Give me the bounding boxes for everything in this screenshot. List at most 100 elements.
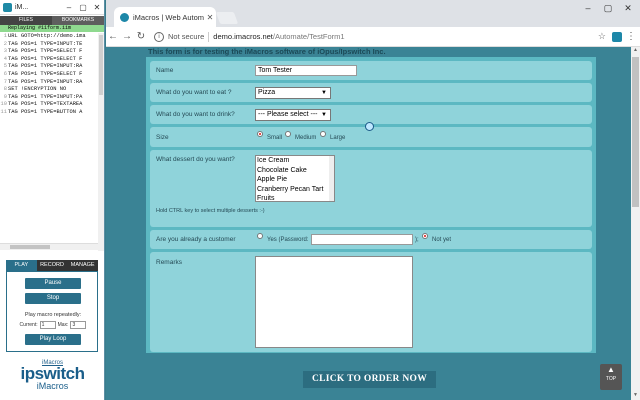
drink-select[interactable]: --- Please select --- ▼ — [255, 109, 331, 121]
code-line[interactable]: 5 TAG POS=1 TYPE=INPUT:RA — [0, 63, 98, 71]
stop-button[interactable]: Stop — [25, 293, 81, 304]
eat-select[interactable]: Pizza ▼ — [255, 87, 331, 99]
close-icon[interactable]: ✕ — [90, 3, 104, 12]
sidebar-title: iM... — [15, 3, 29, 11]
code-text: TAG POS=1 TYPE=SELECT F — [8, 55, 83, 62]
code-text: TAG POS=1 TYPE=INPUT:PA — [8, 93, 83, 100]
code-line[interactable]: 2 TAG POS=1 TYPE=INPUT:TE — [0, 41, 98, 49]
code-text: TAG POS=1 TYPE=TEXTAREA — [8, 101, 83, 108]
url-host[interactable]: demo.imacros.net — [213, 32, 273, 41]
listbox-scrollbar[interactable] — [329, 156, 334, 201]
scroll-down-icon[interactable]: ▼ — [631, 392, 640, 400]
max-field[interactable]: 3 — [70, 321, 87, 329]
imacros-sidebar: iM... – ▢ ✕ FILES BOOKMARKS Replaying #1… — [0, 0, 105, 400]
code-line[interactable]: 7 TAG POS=1 TYPE=INPUT:RA — [0, 79, 98, 87]
code-line[interactable]: 3 TAG POS=1 TYPE=SELECT F — [0, 48, 98, 56]
tab-files[interactable]: FILES — [0, 16, 52, 25]
tab-manage[interactable]: MANAGE — [67, 260, 99, 271]
code-vertical-scrollbar[interactable] — [98, 33, 104, 251]
brand-logo: iMacros ipswitch iMacros — [0, 360, 105, 391]
customer-no-radio[interactable] — [422, 233, 428, 239]
divider — [208, 31, 210, 42]
code-text: TAG POS=1 TYPE=SELECT F — [8, 70, 83, 77]
brand-subtitle: iMacros — [36, 381, 69, 391]
code-text: URL GOTO=http://demo.ima — [8, 33, 86, 39]
url-path[interactable]: /Automate/TestForm1 — [273, 32, 345, 41]
dessert-option[interactable]: Apple Pie — [256, 175, 334, 185]
page-scrollbar[interactable]: ▲ ▼ — [631, 47, 640, 400]
row-dessert: What dessert do you want? Ice Cream Choc… — [150, 150, 592, 227]
password-input[interactable] — [311, 234, 413, 245]
dessert-hint: Hold CTRL key to select multiple dessert… — [156, 208, 265, 214]
minimize-icon[interactable]: – — [578, 3, 598, 13]
line-number: 11 — [0, 108, 7, 115]
reload-icon[interactable]: ↻ — [134, 31, 148, 42]
eat-label: What do you want to eat ? — [156, 89, 232, 96]
order-button[interactable]: CLICK TO ORDER NOW — [303, 371, 436, 388]
maximize-icon[interactable]: ▢ — [598, 3, 618, 14]
new-tab-button[interactable] — [215, 12, 239, 24]
size-small-label: Small — [267, 135, 283, 141]
code-line[interactable]: 10 TAG POS=1 TYPE=TEXTAREA — [0, 101, 98, 109]
code-line[interactable]: 1 URL GOTO=http://demo.ima — [0, 33, 98, 41]
remarks-label: Remarks — [156, 259, 183, 266]
dessert-option[interactable]: Chocolate Cake — [256, 166, 334, 176]
ipswitch-logo: ipswitch — [20, 364, 85, 383]
maximize-icon[interactable]: ▢ — [76, 3, 90, 12]
security-status[interactable]: Not secure — [168, 32, 204, 41]
code-line[interactable]: 6 TAG POS=1 TYPE=SELECT F — [0, 71, 98, 79]
arrow-up-icon: ▲ — [607, 365, 615, 374]
dessert-option[interactable]: Cranberry Pecan Tart — [256, 185, 334, 195]
scroll-thumb[interactable] — [632, 57, 639, 207]
code-horizontal-scrollbar[interactable] — [0, 243, 98, 250]
scroll-thumb[interactable] — [10, 245, 50, 249]
code-line[interactable]: 4 TAG POS=1 TYPE=SELECT F — [0, 56, 98, 64]
pause-button[interactable]: Pause — [25, 278, 81, 289]
replay-status: Replaying #11form.iim — [0, 25, 104, 32]
remarks-textarea[interactable] — [255, 256, 413, 348]
code-text: TAG POS=1 TYPE=SELECT F — [8, 48, 83, 55]
dessert-listbox[interactable]: Ice Cream Chocolate Cake Apple Pie Cranb… — [255, 155, 335, 202]
size-large-radio[interactable] — [320, 131, 326, 137]
forward-icon[interactable]: → — [120, 31, 134, 42]
line-number: 2 — [3, 40, 7, 47]
back-icon[interactable]: ← — [106, 31, 120, 42]
info-icon[interactable]: i — [154, 31, 164, 42]
macro-code-editor[interactable]: 1 URL GOTO=http://demo.ima 2 TAG POS=1 TYPE… — [0, 33, 98, 243]
line-number: 1 — [3, 33, 7, 39]
page-content: This form is for testing the iMacros sof… — [106, 47, 640, 400]
play-loop-button[interactable]: Play Loop — [25, 334, 81, 345]
scroll-up-icon[interactable]: ▲ — [631, 47, 640, 55]
max-label: Max: — [57, 322, 69, 328]
tab-bookmarks[interactable]: BOOKMARKS — [52, 16, 104, 25]
name-input[interactable]: Tom Tester — [255, 65, 357, 76]
test-form: This form is for testing the iMacros sof… — [106, 47, 601, 400]
browser-tab[interactable]: iMacros | Web Automatio ✕ — [114, 7, 216, 27]
dessert-label: What dessert do you want? — [156, 156, 235, 163]
minimize-icon[interactable]: – — [62, 3, 76, 12]
tab-play[interactable]: PLAY — [6, 260, 37, 271]
dropdown-arrow-icon: ▼ — [321, 112, 327, 118]
code-line[interactable]: 11 TAG POS=1 TYPE=BUTTON A — [0, 109, 98, 117]
code-line[interactable]: 9 TAG POS=1 TYPE=INPUT:PA — [0, 94, 98, 102]
drink-value: --- Please select --- — [258, 111, 318, 118]
row-remarks: Remarks — [150, 252, 592, 352]
row-drink: What do you want to drink? --- Please se… — [150, 105, 592, 124]
eat-value: Pizza — [258, 89, 276, 96]
sidebar-titlebar: iM... – ▢ ✕ — [0, 0, 104, 15]
dessert-option[interactable]: Ice Cream — [256, 156, 334, 166]
current-field[interactable]: 1 — [39, 321, 56, 329]
close-tab-icon[interactable]: ✕ — [204, 13, 216, 22]
scroll-thumb[interactable] — [99, 35, 103, 95]
close-window-icon[interactable]: ✕ — [618, 3, 638, 14]
tab-record[interactable]: RECORD — [36, 260, 68, 271]
size-small-radio[interactable] — [257, 131, 263, 137]
customer-yes-radio[interactable] — [257, 233, 263, 239]
imacros-extension-icon[interactable] — [612, 31, 622, 42]
bookmark-star-icon[interactable]: ☆ — [598, 31, 606, 42]
dessert-option[interactable]: Fruits — [256, 194, 334, 201]
code-line[interactable]: 8 SET !ENCRYPTION NO — [0, 86, 98, 94]
size-medium-radio[interactable] — [285, 131, 291, 137]
menu-icon[interactable]: ⋮ — [626, 31, 636, 42]
back-to-top-button[interactable]: ▲ TOP — [600, 364, 622, 390]
